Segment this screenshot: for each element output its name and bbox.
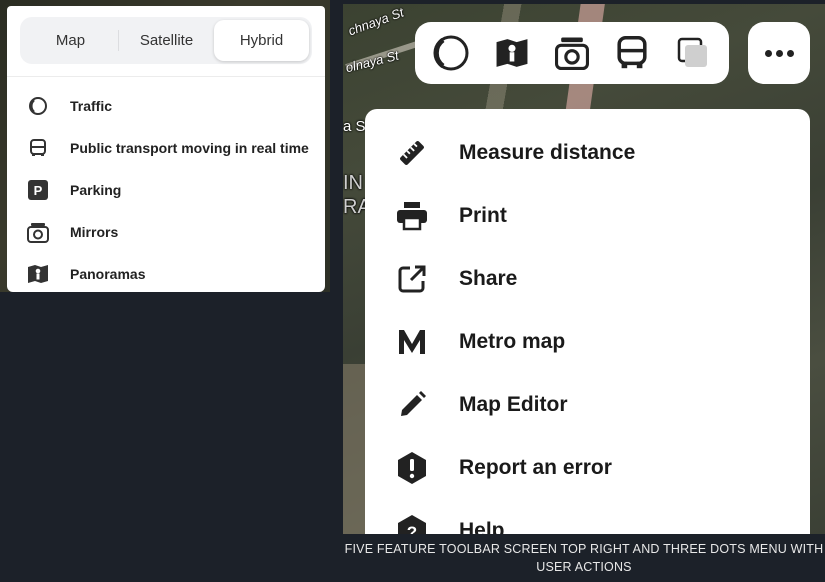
- metro-icon: [395, 325, 429, 359]
- tab-map[interactable]: Map: [23, 20, 118, 61]
- layers-icon: [677, 37, 707, 67]
- tab-satellite[interactable]: Satellite: [119, 20, 214, 61]
- toolbar-mirrors-button[interactable]: [548, 29, 596, 77]
- layer-item-traffic[interactable]: Traffic: [7, 85, 325, 127]
- ruler-icon: [395, 136, 429, 170]
- svg-text:?: ?: [407, 523, 417, 535]
- svg-text:P: P: [34, 183, 43, 198]
- bus-icon: [26, 137, 50, 159]
- map-road: [343, 364, 367, 534]
- menu-item-print[interactable]: Print: [365, 184, 810, 247]
- layer-label: Panoramas: [70, 266, 146, 282]
- printer-icon: [395, 199, 429, 233]
- map-type-switcher: Map Satellite Hybrid: [20, 17, 312, 64]
- layer-list: Traffic Public transport moving in real …: [7, 85, 325, 292]
- layer-label: Parking: [70, 182, 122, 198]
- menu-item-label: Share: [459, 266, 518, 290]
- menu-item-label: Help: [459, 518, 505, 535]
- street-label: chnaya St: [346, 4, 406, 39]
- error-icon: [395, 451, 429, 485]
- panel-divider: [7, 76, 325, 77]
- help-icon: ?: [395, 514, 429, 535]
- toolbar-layers-button[interactable]: [669, 29, 717, 77]
- layer-label: Mirrors: [70, 224, 119, 240]
- tab-hybrid[interactable]: Hybrid: [214, 20, 309, 61]
- menu-item-help[interactable]: ? Help: [365, 499, 810, 534]
- feature-toolbar: [415, 22, 729, 84]
- layer-item-public-transport[interactable]: Public transport moving in real time: [7, 127, 325, 169]
- panorama-icon: [26, 263, 50, 285]
- layer-label: Public transport moving in real time: [70, 140, 309, 156]
- menu-item-label: Metro map: [459, 329, 566, 353]
- menu-item-report-error[interactable]: Report an error: [365, 436, 810, 499]
- more-dots-icon: [764, 49, 794, 57]
- menu-item-metro-map[interactable]: Metro map: [365, 310, 810, 373]
- toolbar-traffic-button[interactable]: [427, 29, 475, 77]
- layer-item-panoramas[interactable]: Panoramas: [7, 253, 325, 292]
- menu-item-label: Measure distance: [459, 140, 636, 164]
- parking-icon: P: [26, 179, 50, 201]
- traffic-icon: [26, 95, 50, 117]
- share-icon: [395, 262, 429, 296]
- menu-item-map-editor[interactable]: Map Editor: [365, 373, 810, 436]
- layer-label: Traffic: [70, 98, 113, 114]
- traffic-icon: [433, 35, 469, 71]
- menu-item-label: Map Editor: [459, 392, 568, 416]
- camera-icon: [554, 37, 589, 70]
- menu-item-label: Report an error: [459, 455, 612, 479]
- pencil-icon: [395, 388, 429, 422]
- menu-item-measure-distance[interactable]: Measure distance: [365, 121, 810, 184]
- camera-icon: [26, 221, 50, 243]
- more-button[interactable]: [748, 22, 810, 84]
- layers-panel: Map Satellite Hybrid Traffic Public tran…: [7, 6, 325, 292]
- toolbar-panorama-button[interactable]: [488, 29, 536, 77]
- actions-menu: Measure distance Print Share Metro map M…: [365, 109, 810, 534]
- panorama-icon: [496, 39, 528, 67]
- menu-item-label: Print: [459, 203, 507, 227]
- menu-item-share[interactable]: Share: [365, 247, 810, 310]
- toolbar-transport-button[interactable]: [608, 29, 656, 77]
- layer-item-parking[interactable]: P Parking: [7, 169, 325, 211]
- street-label: a S: [343, 118, 366, 135]
- layer-item-mirrors[interactable]: Mirrors: [7, 211, 325, 253]
- street-label: IN: [343, 172, 363, 194]
- street-label: olnaya St: [343, 47, 401, 76]
- caption: FIVE FEATURE TOOLBAR SCREEN TOP RIGHT AN…: [344, 542, 824, 574]
- bus-icon: [617, 36, 647, 69]
